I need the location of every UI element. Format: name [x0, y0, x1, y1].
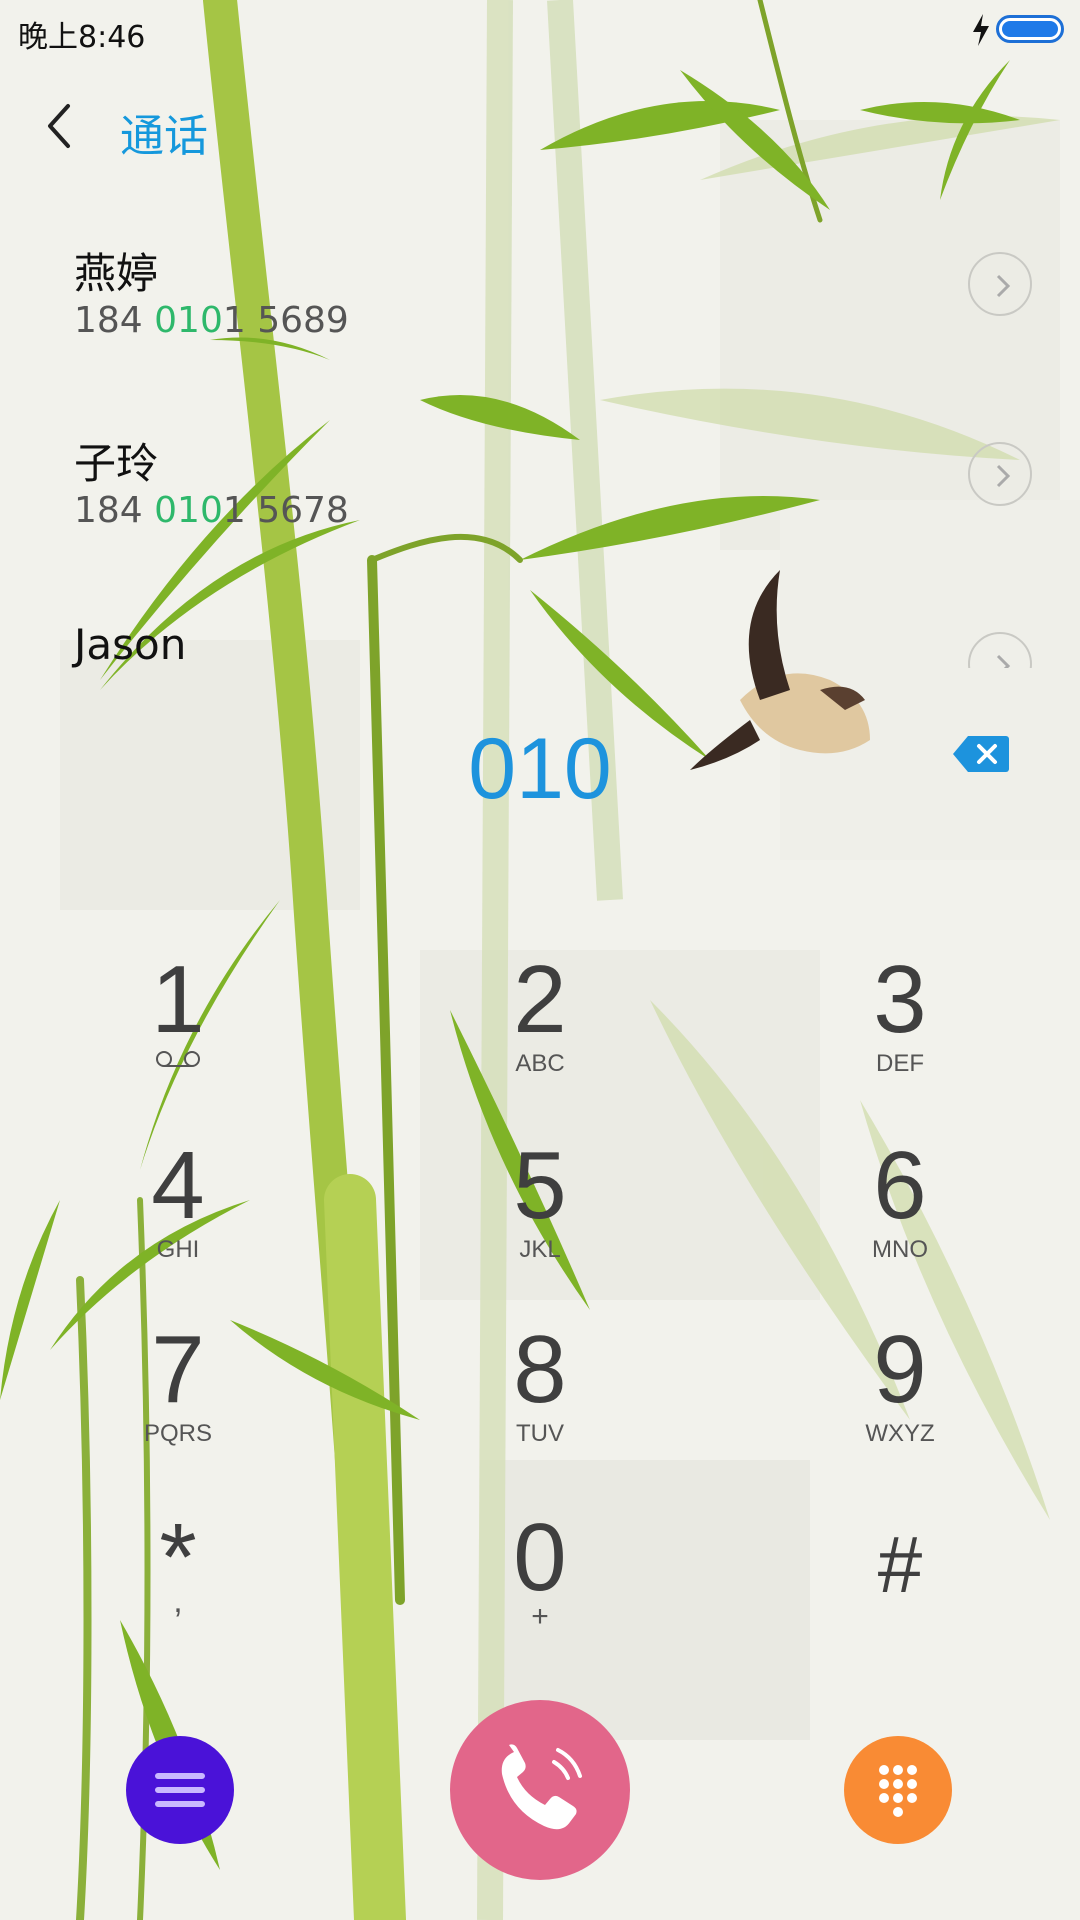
chevron-right-icon — [996, 274, 1011, 298]
dialed-number: 010 — [468, 721, 612, 817]
chevron-right-icon — [996, 654, 1011, 668]
charging-icon — [973, 14, 989, 46]
dialpad-icon — [879, 1765, 917, 1817]
contact-item[interactable]: 子玲 184 0101 5678 — [0, 430, 1080, 580]
match-highlight: 010 — [154, 490, 223, 531]
key-2[interactable]: 2 ABC — [440, 952, 640, 1102]
battery-icon — [996, 15, 1064, 43]
key-8[interactable]: 8 TUV — [440, 1322, 640, 1472]
key-5[interactable]: 5 JKL — [440, 1138, 640, 1288]
menu-icon — [155, 1773, 205, 1807]
chevron-left-icon[interactable] — [36, 98, 84, 154]
match-highlight: 010 — [154, 300, 223, 341]
status-time: 晚上8:46 — [18, 20, 146, 55]
backspace-icon[interactable] — [952, 734, 1010, 774]
key-3[interactable]: 3 DEF — [800, 952, 1000, 1102]
contact-number: 184 0101 5689 — [74, 300, 349, 341]
page-title: 通话 — [120, 111, 208, 162]
contact-detail-button[interactable] — [968, 442, 1032, 506]
chevron-right-icon — [996, 464, 1011, 488]
menu-button[interactable] — [126, 1736, 234, 1844]
call-button[interactable] — [450, 1700, 630, 1880]
key-star[interactable]: * , — [78, 1510, 278, 1660]
key-9[interactable]: 9 WXYZ — [800, 1322, 1000, 1472]
key-hash[interactable]: # — [800, 1510, 1000, 1660]
key-6[interactable]: 6 MNO — [800, 1138, 1000, 1288]
dialpad-toggle-button[interactable] — [844, 1736, 952, 1844]
contact-detail-button[interactable] — [968, 632, 1032, 668]
key-1[interactable]: 1 — [78, 952, 278, 1102]
contact-item[interactable]: Jason — [0, 620, 1080, 668]
key-4[interactable]: 4 GHI — [78, 1138, 278, 1288]
status-bar: 晚上8:46 — [0, 0, 1080, 64]
key-7[interactable]: 7 PQRS — [78, 1322, 278, 1472]
contact-item[interactable]: 燕婷 184 0101 5689 — [0, 240, 1080, 390]
contact-name: 燕婷 — [74, 249, 159, 298]
contact-number: 184 0101 5678 — [74, 490, 349, 531]
contact-name: 子玲 — [74, 439, 159, 488]
app-header: 通话 — [0, 80, 1080, 170]
phone-icon — [501, 1744, 582, 1830]
contact-detail-button[interactable] — [968, 252, 1032, 316]
contact-name: Jason — [74, 620, 187, 668]
key-0[interactable]: 0 + — [440, 1510, 640, 1660]
